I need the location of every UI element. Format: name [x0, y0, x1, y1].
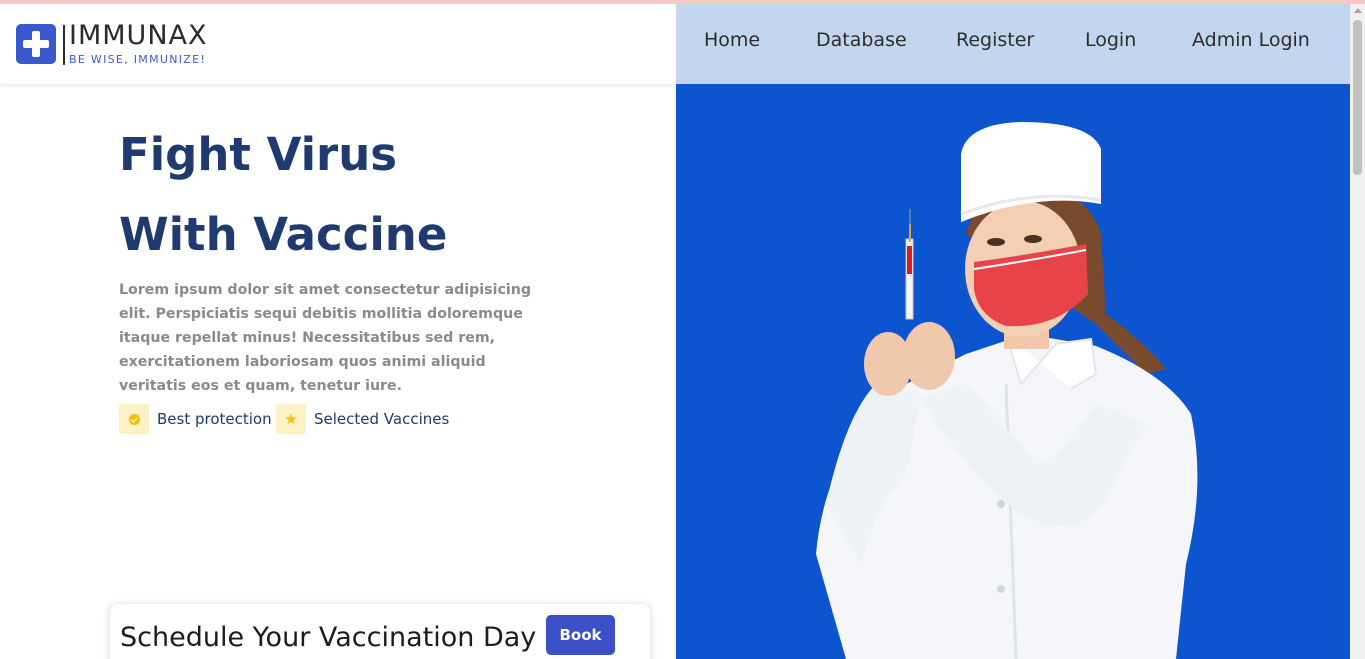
feature-selected-vaccines: ★ Selected Vaccines [276, 404, 449, 434]
nav-item-login[interactable]: Login [1085, 28, 1136, 52]
brand-tagline: BE WISE, IMMUNIZE! [69, 53, 207, 66]
feature-best-protection: Best protection [119, 404, 272, 434]
page-scrollbar[interactable] [1350, 4, 1365, 659]
nav-item-database[interactable]: Database [816, 28, 907, 52]
brand-name[interactable]: IMMUNAX [69, 20, 207, 52]
nav-item-home[interactable]: Home [704, 28, 760, 52]
nav-item-register[interactable]: Register [956, 28, 1034, 52]
nav-item-admin-login[interactable]: Admin Login [1192, 28, 1310, 52]
scroll-up-arrow-icon[interactable] [1354, 8, 1362, 13]
schedule-card: Schedule Your Vaccination Day Book [110, 604, 650, 659]
feature-label: Best protection [157, 410, 272, 428]
hero-title-line-2: With Vaccine [119, 208, 448, 261]
scrollbar-thumb[interactable] [1353, 20, 1362, 175]
check-circle-icon [119, 404, 149, 434]
feature-label: Selected Vaccines [314, 410, 450, 428]
schedule-title: Schedule Your Vaccination Day [120, 622, 537, 653]
header-brand-area: IMMUNAX BE WISE, IMMUNIZE! [0, 4, 676, 84]
star-icon: ★ [276, 404, 306, 434]
main-navigation: Home Database Register Login Admin Login [676, 4, 1350, 84]
hero-description: Lorem ipsum dolor sit amet consectetur a… [119, 282, 531, 394]
logo-divider [63, 25, 65, 65]
hero-image-nurse-with-syringe [676, 84, 1350, 659]
book-button[interactable]: Book [546, 615, 615, 655]
hero-title-line-1: Fight Virus [119, 128, 398, 181]
plus-cross-icon[interactable] [16, 24, 56, 64]
